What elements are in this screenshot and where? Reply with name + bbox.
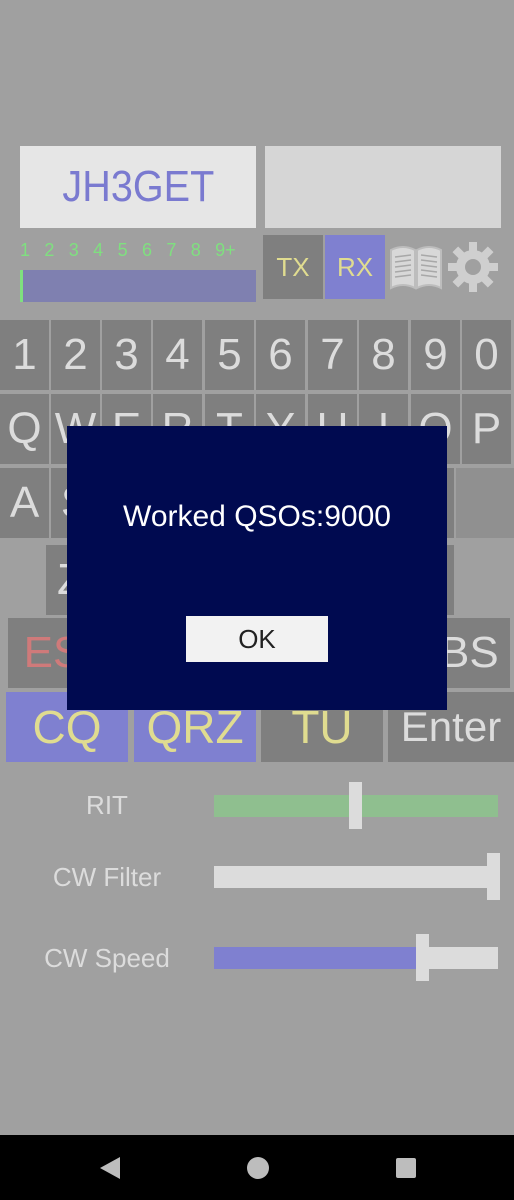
smeter-tick: 7 <box>166 240 177 260</box>
key-3[interactable]: 3 <box>102 320 151 390</box>
ok-button[interactable]: OK <box>186 616 328 662</box>
smeter-tick: 3 <box>68 240 79 260</box>
key-label: 2 <box>63 330 88 379</box>
key-label: 4 <box>165 330 190 379</box>
cw-filter-slider-thumb[interactable] <box>487 853 500 900</box>
rit-slider-thumb[interactable] <box>349 782 362 829</box>
cw-filter-label: CW Filter <box>52 862 162 892</box>
key-6[interactable]: 6 <box>256 320 305 390</box>
smeter-tick: 1 <box>20 240 31 260</box>
tx-button[interactable]: TX <box>263 235 323 299</box>
cw-speed-slider-thumb[interactable] <box>416 934 429 981</box>
key-p[interactable]: P <box>462 394 511 464</box>
key-8[interactable]: 8 <box>359 320 408 390</box>
key-2[interactable]: 2 <box>51 320 100 390</box>
key-label: 3 <box>114 330 139 379</box>
callsign-text: JH3GET <box>62 162 214 211</box>
key-a[interactable]: A <box>0 468 49 538</box>
gear-icon[interactable] <box>446 240 500 294</box>
key-label: 8 <box>371 330 396 379</box>
key-label: 0 <box>474 330 499 379</box>
key-4[interactable]: 4 <box>153 320 202 390</box>
smeter-tick: 9+ <box>215 240 236 260</box>
key-0[interactable]: 0 <box>462 320 511 390</box>
smeter-scale: 1 2 3 4 5 6 7 8 9+ <box>20 240 260 262</box>
key-9[interactable]: 9 <box>411 320 460 390</box>
rx-label: RX <box>336 251 374 282</box>
key-label: 5 <box>217 330 242 379</box>
smeter-bar <box>20 270 256 302</box>
rit-label: RIT <box>86 790 128 820</box>
recent-apps-icon[interactable] <box>396 1158 416 1178</box>
enter-label: Enter <box>400 703 502 750</box>
key-5[interactable]: 5 <box>205 320 254 390</box>
key-label: A <box>9 478 40 527</box>
qso-count-dialog <box>67 426 447 710</box>
key-7[interactable]: 7 <box>308 320 357 390</box>
smeter-tick: 8 <box>190 240 201 260</box>
smeter-tick: 2 <box>44 240 55 260</box>
smeter-tick: 6 <box>141 240 152 260</box>
cw-speed-label: CW Speed <box>44 943 170 973</box>
rx-button[interactable]: RX <box>325 235 385 299</box>
status-area <box>0 0 514 140</box>
smeter-tick: 4 <box>93 240 104 260</box>
tx-label: TX <box>276 251 310 282</box>
key-q[interactable]: Q <box>0 394 49 464</box>
key-1[interactable]: 1 <box>0 320 49 390</box>
cw-filter-slider-track[interactable] <box>214 866 498 888</box>
key-label: 7 <box>320 330 345 379</box>
ok-label: OK <box>238 623 276 654</box>
dialog-message: Worked QSOs:9000 <box>123 500 391 533</box>
callsign-display[interactable]: JH3GET <box>20 146 256 228</box>
key-label: 1 <box>12 330 37 379</box>
key-label: P <box>471 404 502 453</box>
key-label: 6 <box>268 330 293 379</box>
back-icon[interactable] <box>98 1155 122 1181</box>
book-icon[interactable] <box>388 240 444 294</box>
key-label: BS <box>440 628 499 677</box>
cw-speed-slider-fill <box>214 947 424 969</box>
home-icon[interactable] <box>247 1157 269 1179</box>
key-row3-end[interactable] <box>456 468 514 538</box>
key-label: 9 <box>423 330 448 379</box>
smeter-tick: 5 <box>117 240 128 260</box>
smeter-level-indicator <box>20 270 23 302</box>
call-input-field[interactable] <box>265 146 501 228</box>
key-label: Q <box>7 404 42 453</box>
